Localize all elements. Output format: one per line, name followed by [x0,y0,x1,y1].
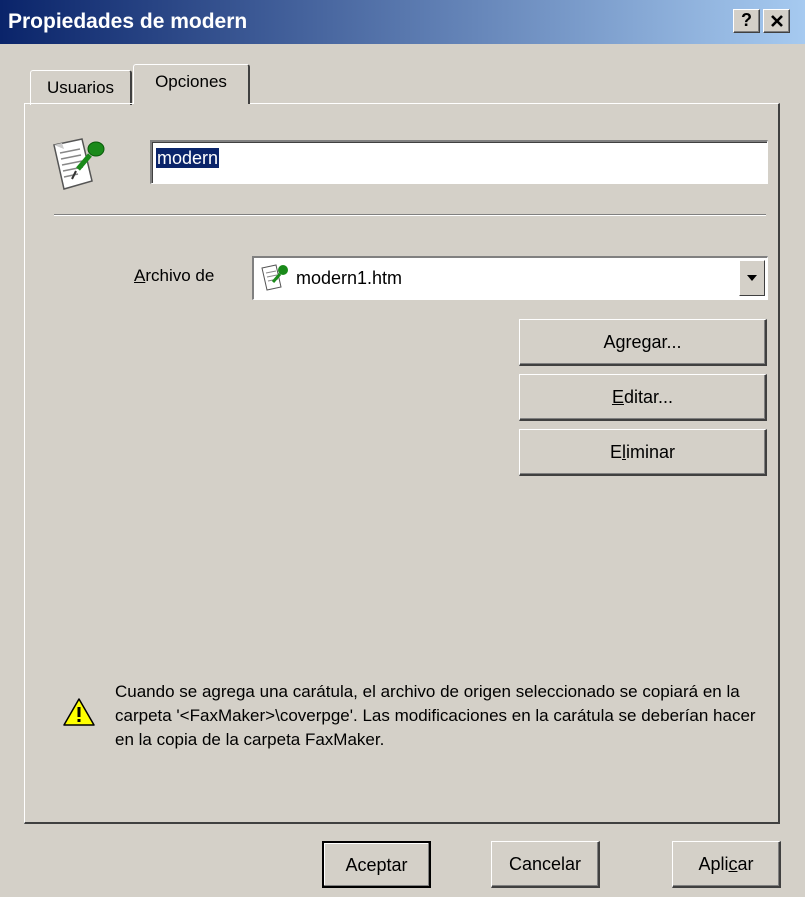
cover-page-icon [50,135,112,198]
template-name-input[interactable]: modern [150,140,768,184]
warning-icon [62,697,96,732]
template-name-value: modern [156,148,220,168]
tab-opciones[interactable]: Opciones [133,64,250,104]
tab-usuarios[interactable]: Usuarios [30,70,132,105]
close-button[interactable] [763,9,790,33]
tab-opciones-label: Opciones [155,72,227,91]
cover-page-note: Cuando se agrega una carátula, el archiv… [115,682,756,749]
ok-button[interactable]: Aceptar [322,841,431,888]
delete-button[interactable]: Eliminar [519,429,767,476]
title-bar[interactable]: Propiedades de modern ? [0,0,805,44]
file-icon [260,262,290,297]
window-title: Propiedades de modern [8,10,248,33]
add-button[interactable]: Agregar... [519,319,767,366]
file-label: Archivo de [134,266,215,285]
cancel-button[interactable]: Cancelar [491,841,600,888]
chevron-down-icon [747,275,757,281]
tab-joint [134,102,247,105]
apply-button[interactable]: Aplicar [672,841,781,888]
edit-button[interactable]: Editar... [519,374,767,421]
file-select-arrow[interactable] [739,260,765,296]
file-select-value: modern1.htm [296,268,403,288]
file-label-rest: rchivo de [145,266,215,285]
separator [54,214,766,216]
help-button[interactable]: ? [733,9,760,33]
close-icon [770,15,783,27]
file-select[interactable]: modern1.htm [252,256,768,300]
